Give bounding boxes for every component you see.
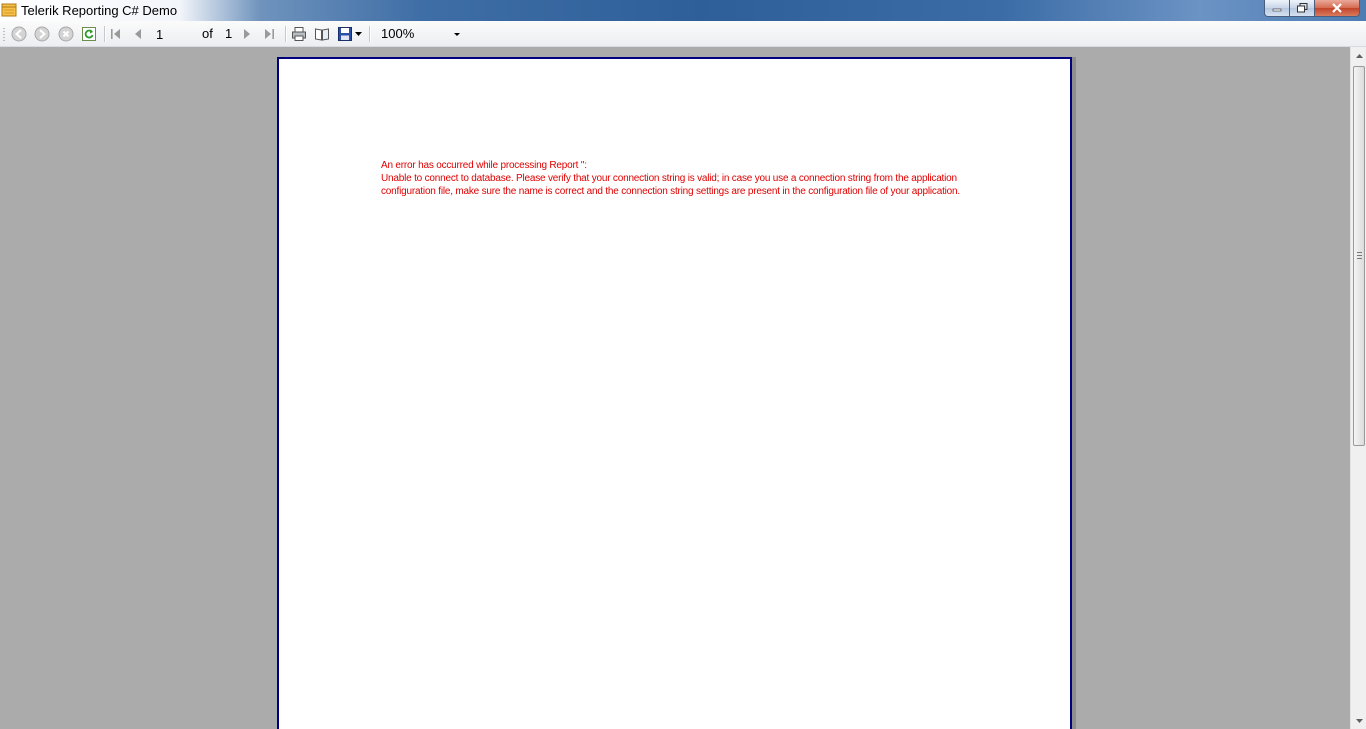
print-preview-button[interactable] [313,25,331,43]
export-button[interactable] [337,25,365,43]
chevron-down-icon [454,33,460,36]
restore-icon [1296,3,1307,13]
report-page: An error has occurred while processing R… [277,57,1072,729]
minimize-button[interactable] [1264,0,1290,17]
next-page-button[interactable] [238,25,256,43]
previous-page-icon [135,29,141,39]
first-page-button[interactable] [107,25,125,43]
title-bar[interactable]: Telerik Reporting C# Demo [0,0,1366,21]
zoom-value: 100% [381,26,415,41]
toolbar-grip[interactable] [3,27,5,41]
scrollbar-grip [1357,252,1362,259]
save-icon [338,27,352,41]
total-pages: 1 [225,26,233,41]
minimize-icon [1272,8,1282,12]
last-page-icon [265,29,274,39]
back-button[interactable] [10,25,28,43]
back-icon [11,26,27,42]
forward-icon [34,26,50,42]
close-button[interactable] [1315,0,1360,17]
of-label: of [202,26,213,41]
refresh-icon [82,27,96,41]
error-message-block: An error has occurred while processing R… [381,159,971,198]
first-page-icon [111,29,120,39]
scroll-down-button[interactable] [1351,712,1366,729]
previous-page-button[interactable] [129,25,147,43]
vertical-scrollbar[interactable] [1350,47,1366,729]
error-title: An error has occurred while processing R… [381,160,587,171]
toolbar-separator [104,26,106,42]
zoom-select[interactable]: 100% [378,25,464,43]
chevron-down-icon [355,32,362,36]
chevron-down-icon [1355,718,1363,723]
chevron-up-icon [1355,53,1363,58]
forward-button[interactable] [33,25,51,43]
next-page-icon [244,29,250,39]
report-viewer-toolbar: of 1 [0,21,1366,47]
close-icon [1332,3,1342,13]
current-page-input[interactable] [152,25,194,43]
print-preview-icon [315,28,329,41]
toolbar-separator [285,26,287,42]
error-details: Unable to connect to database. Please ve… [381,173,960,197]
print-icon [292,27,306,41]
refresh-button[interactable] [80,25,98,43]
restore-button[interactable] [1290,0,1315,17]
last-page-button[interactable] [260,25,278,43]
window-title: Telerik Reporting C# Demo [21,3,178,18]
stop-icon [58,26,74,42]
report-viewer-area: An error has occurred while processing R… [0,47,1350,729]
toolbar-separator [369,26,371,42]
app-window: Telerik Reporting C# Demo 1 of 1 100% An… [0,0,1366,729]
print-button[interactable] [290,25,308,43]
app-icon [1,2,17,18]
stop-button[interactable] [57,25,75,43]
scrollbar-thumb[interactable] [1353,66,1365,446]
scroll-up-button[interactable] [1351,47,1366,64]
